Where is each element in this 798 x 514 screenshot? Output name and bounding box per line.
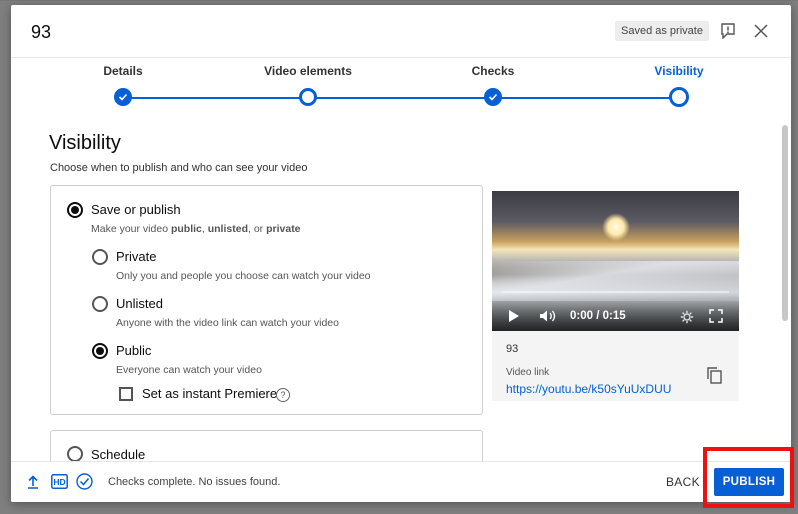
settings-gear-icon[interactable] — [680, 310, 694, 324]
section-subtitle: Choose when to publish and who can see y… — [50, 162, 308, 174]
step-details[interactable]: Details — [53, 63, 193, 106]
step-video-elements[interactable]: Video elements — [238, 63, 378, 106]
checks-complete-icon — [76, 473, 93, 490]
unlisted-desc: Anyone with the video link can watch you… — [116, 317, 339, 329]
step-label: Checks — [471, 64, 515, 78]
scrollbar[interactable] — [781, 115, 789, 462]
step-label: Video elements — [264, 64, 352, 78]
step-check-icon — [114, 88, 132, 106]
checks-status-text: Checks complete. No issues found. — [108, 476, 281, 488]
dialog-footer: HD Checks complete. No issues found. BAC… — [11, 461, 791, 502]
public-label: Public — [116, 343, 152, 358]
private-radio[interactable] — [92, 249, 108, 265]
save-or-publish-card: Save or publish Make your video public, … — [50, 185, 483, 415]
report-button[interactable] — [717, 20, 739, 42]
save-or-publish-radio[interactable] — [67, 202, 83, 218]
step-check-icon — [484, 88, 502, 106]
public-desc: Everyone can watch your video — [116, 364, 262, 376]
scrollbar-thumb[interactable] — [782, 125, 788, 321]
close-button[interactable] — [750, 20, 772, 42]
instant-premiere-label: Set as instant Premiere — [142, 386, 278, 401]
private-desc: Only you and people you choose can watch… — [116, 270, 371, 282]
schedule-card: Schedule — [50, 430, 483, 462]
copy-icon[interactable] — [707, 367, 722, 384]
backdrop-divider — [0, 0, 798, 1]
public-radio[interactable] — [92, 343, 108, 359]
volume-icon[interactable] — [539, 309, 557, 323]
step-visibility[interactable]: Visibility — [609, 63, 749, 107]
play-icon[interactable] — [508, 309, 520, 323]
upload-stepper: Details Video elements Checks Visibility — [11, 63, 791, 113]
video-preview[interactable]: 0:00 / 0:15 — [492, 191, 739, 331]
unlisted-label: Unlisted — [116, 296, 163, 311]
upload-icon — [28, 475, 38, 489]
unlisted-radio[interactable] — [92, 296, 108, 312]
publish-highlight-box — [703, 447, 794, 508]
player-progress-bar[interactable] — [502, 291, 729, 293]
dialog-title: 93 — [31, 22, 52, 42]
preview-sun — [602, 213, 630, 241]
section-heading: Visibility — [49, 132, 121, 154]
stepper-line — [123, 97, 679, 99]
close-icon — [754, 24, 768, 38]
video-title: 93 — [506, 343, 519, 355]
svg-text:HD: HD — [53, 477, 65, 487]
step-label: Details — [103, 64, 143, 78]
instant-premiere-checkbox[interactable] — [119, 387, 133, 401]
visibility-content: Visibility Choose when to publish and wh… — [11, 115, 775, 462]
save-or-publish-label: Save or publish — [91, 202, 181, 217]
video-info-panel: 93 Video link https://youtu.be/k50sYuUxD… — [492, 331, 739, 401]
hd-icon: HD — [51, 474, 68, 489]
video-link-label: Video link — [506, 367, 550, 378]
help-icon[interactable]: ? — [276, 388, 290, 402]
step-checks[interactable]: Checks — [423, 63, 563, 106]
schedule-label: Schedule — [91, 447, 146, 462]
report-flag-icon — [721, 23, 735, 39]
video-link[interactable]: https://youtu.be/k50sYuUxDUU — [506, 382, 671, 396]
private-label: Private — [116, 249, 157, 264]
player-time: 0:00 / 0:15 — [570, 310, 626, 322]
save-or-publish-desc: Make your video public, unlisted, or pri… — [91, 223, 301, 235]
schedule-radio[interactable] — [67, 446, 83, 462]
saved-status-badge: Saved as private — [615, 21, 709, 41]
step-current-icon — [669, 87, 689, 107]
step-label: Visibility — [654, 64, 704, 78]
step-circle-icon — [299, 88, 317, 106]
back-button[interactable]: BACK — [666, 475, 700, 489]
fullscreen-icon[interactable] — [709, 309, 723, 323]
publish-dialog: 93 Saved as private Details Video elemen… — [11, 5, 791, 502]
header-divider — [11, 57, 791, 58]
